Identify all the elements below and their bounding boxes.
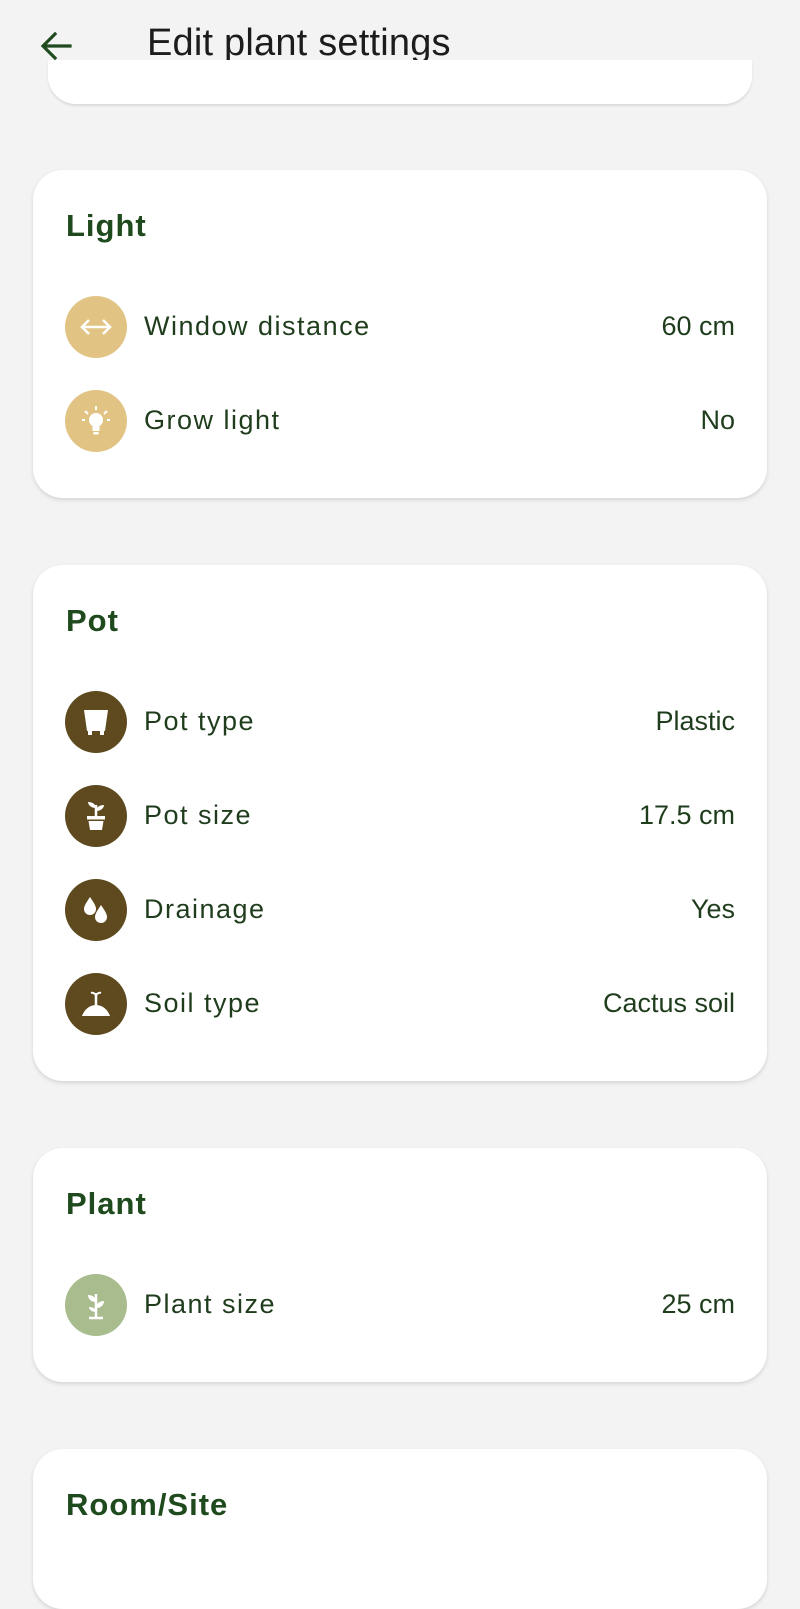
previous-card-edge [48,60,752,104]
drainage-value: Yes [690,894,735,924]
plant-size-value: 25 cm [661,1289,735,1319]
soil-icon [65,973,127,1035]
soil-type-value: Cactus soil [602,988,735,1018]
light-card: Light Window distance 60 cm Grow light N… [33,170,767,498]
drainage-row[interactable]: Drainage Yes [33,877,767,943]
arrow-back-icon [40,31,72,61]
pot-type-label: Pot type [144,706,256,736]
window-distance-row[interactable]: Window distance 60 cm [33,294,767,360]
plant-size-label: Plant size [144,1289,277,1319]
plant-size-row[interactable]: Plant size 25 cm [33,1272,767,1338]
lightbulb-icon [65,390,127,452]
plant-section-title: Plant [66,1186,147,1221]
room-site-section-title: Room/Site [66,1487,229,1522]
pot-size-row[interactable]: Pot size 17.5 cm [33,783,767,849]
potted-plant-icon [65,785,127,847]
pot-type-value: Plastic [655,706,735,736]
water-drops-icon [65,879,127,941]
window-distance-value: 60 cm [661,311,735,341]
pot-size-value: 17.5 cm [638,800,735,830]
pot-icon [65,691,127,753]
grow-light-label: Grow light [144,405,281,435]
page-title: Edit plant settings [147,22,451,64]
plant-card: Plant Plant size 25 cm [33,1148,767,1382]
arrows-horizontal-icon [65,296,127,358]
light-section-title: Light [66,208,147,243]
drainage-label: Drainage [144,894,266,924]
pot-type-row[interactable]: Pot type Plastic [33,689,767,755]
pot-section-title: Pot [66,603,119,638]
soil-type-label: Soil type [144,988,262,1018]
pot-size-label: Pot size [144,800,253,830]
grow-light-value: No [700,405,735,435]
window-distance-label: Window distance [144,311,371,341]
sprout-icon [65,1274,127,1336]
grow-light-row[interactable]: Grow light No [33,388,767,454]
room-site-card: Room/Site [33,1449,767,1609]
pot-card: Pot Pot type Plastic Pot size 17.5 cm Dr… [33,565,767,1081]
soil-type-row[interactable]: Soil type Cactus soil [33,971,767,1037]
